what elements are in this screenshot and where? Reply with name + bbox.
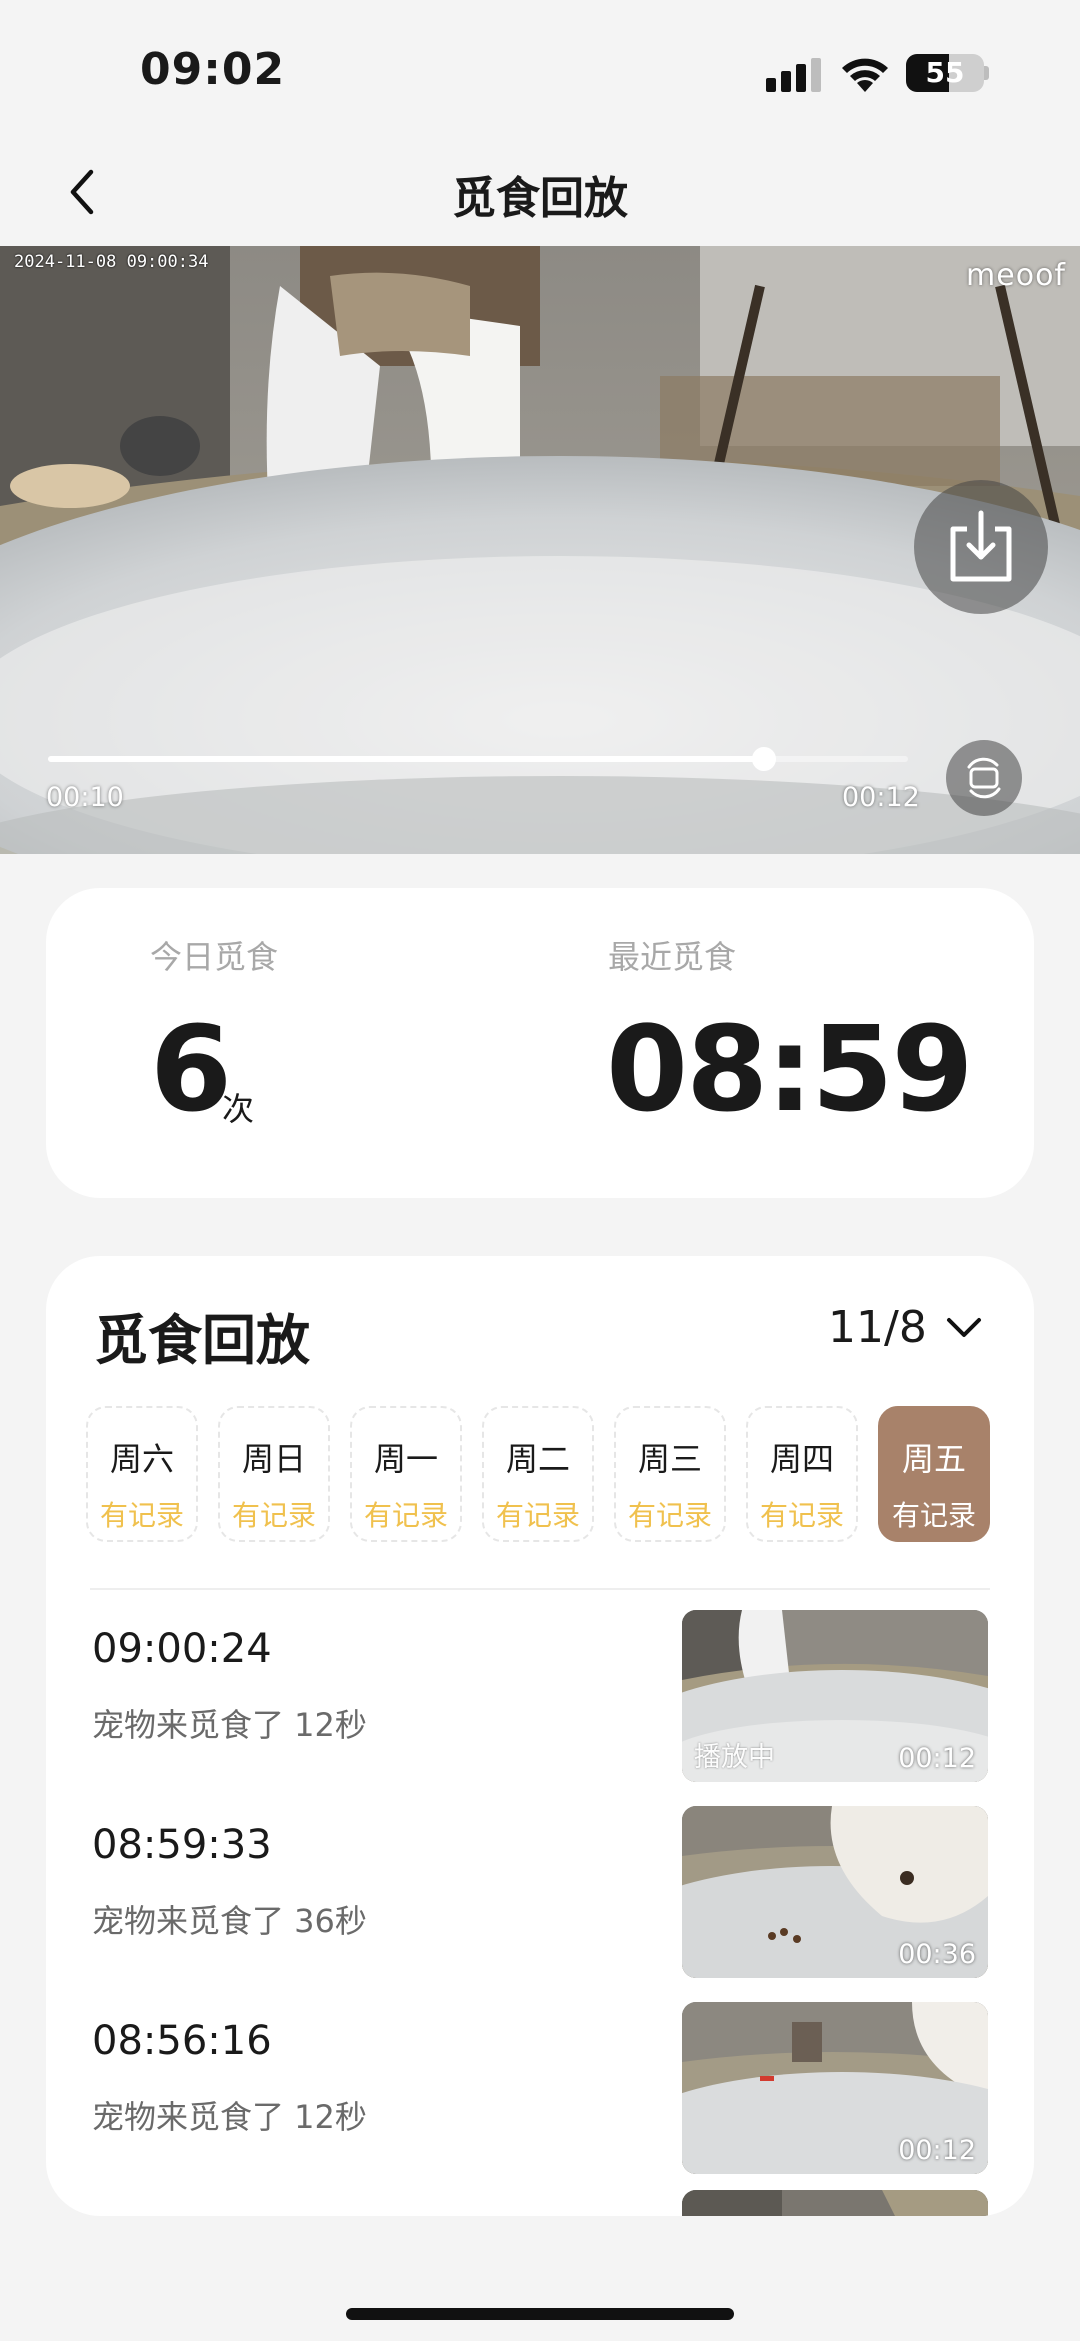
- record-thumbnail[interactable]: 00:12: [682, 2002, 988, 2174]
- home-indicator: [346, 2308, 734, 2320]
- day-name: 周日: [241, 1440, 306, 1478]
- chevron-down-icon: [946, 1317, 981, 1337]
- day-name: 周一: [373, 1440, 438, 1478]
- battery-cap: [984, 66, 989, 80]
- record-item[interactable]: 08:56:16 宠物来觅食了 12秒 00:12: [46, 1992, 1034, 2174]
- record-description: 宠物来觅食了 12秒: [92, 2098, 367, 2136]
- divider: [90, 1588, 990, 1590]
- download-button[interactable]: [914, 480, 1048, 614]
- today-feeding-label: 今日觅食: [150, 938, 279, 976]
- download-icon: [950, 510, 1012, 582]
- video-timestamp: 2024-11-08 09:00:34: [14, 252, 209, 272]
- record-thumbnail[interactable]: 00:36: [682, 1806, 988, 1978]
- playback-card: 觅食回放 11/8 周六 有记录 周日 有记录 周一 有记录 周二 有记录 周三…: [46, 1256, 1034, 2216]
- record-time: 08:56:16: [92, 2018, 272, 2064]
- stats-card: 今日觅食 最近觅食 6 次 08:59: [46, 888, 1034, 1198]
- progress-slider[interactable]: [48, 747, 908, 771]
- day-status: 有记录: [231, 1499, 316, 1532]
- day-tab-wednesday[interactable]: 周三 有记录: [614, 1406, 726, 1542]
- thumb-duration: 00:12: [898, 1743, 976, 1774]
- day-status: 有记录: [363, 1499, 448, 1532]
- record-time: 09:00:24: [92, 1626, 272, 1672]
- day-tab-monday[interactable]: 周一 有记录: [350, 1406, 462, 1542]
- current-time: 00:10: [46, 782, 124, 813]
- battery-text: 55: [925, 56, 965, 89]
- record-description: 宠物来觅食了 36秒: [92, 1902, 367, 1940]
- day-tab-thursday[interactable]: 周四 有记录: [746, 1406, 858, 1542]
- day-status: 有记录: [759, 1499, 844, 1532]
- progress-fill: [48, 756, 765, 762]
- day-tab-tuesday[interactable]: 周二 有记录: [482, 1406, 594, 1542]
- thumb-duration: 00:12: [898, 2135, 976, 2166]
- rotate-screen-button[interactable]: [946, 740, 1022, 816]
- day-tab-sunday[interactable]: 周日 有记录: [218, 1406, 330, 1542]
- day-name: 周二: [505, 1440, 570, 1478]
- battery-icon: 55: [906, 54, 984, 92]
- page-title: 觅食回放: [452, 173, 628, 224]
- date-value: 11/8: [828, 1302, 927, 1353]
- nav-bar: 觅食回放: [0, 140, 1080, 246]
- record-description: 宠物来觅食了 12秒: [92, 1706, 367, 1744]
- record-thumbnail[interactable]: 播放中 00:12: [682, 1610, 988, 1782]
- today-feeding-count: 6: [150, 1000, 233, 1138]
- video-player[interactable]: 2024-11-08 09:00:34 meoof 00:10 00:12: [0, 246, 1080, 854]
- day-name: 周三: [637, 1440, 702, 1478]
- total-time: 00:12: [842, 782, 920, 813]
- day-tab-saturday[interactable]: 周六 有记录: [86, 1406, 198, 1542]
- signal-icon: [766, 58, 821, 92]
- day-status: 有记录: [891, 1499, 976, 1532]
- record-item[interactable]: 09:00:24 宠物来觅食了 12秒 播放中 00:12: [46, 1600, 1034, 1782]
- day-tab-friday[interactable]: 周五 有记录: [878, 1406, 990, 1542]
- day-name: 周四: [769, 1440, 834, 1478]
- day-tabs: 周六 有记录 周日 有记录 周一 有记录 周二 有记录 周三 有记录 周四 有记…: [86, 1406, 1006, 1546]
- day-name: 周五: [901, 1440, 966, 1478]
- record-item[interactable]: 08:59:33 宠物来觅食了 36秒 00:36: [46, 1796, 1034, 1978]
- status-bar: 09:02 55: [0, 0, 1080, 140]
- rotate-screen-icon: [967, 757, 1001, 799]
- date-selector[interactable]: 11/8: [828, 1302, 983, 1353]
- thumb-duration: 00:36: [898, 1939, 976, 1970]
- recent-feeding-label: 最近觅食: [608, 938, 737, 976]
- status-time: 09:02: [140, 44, 286, 95]
- record-thumbnail-partial[interactable]: [682, 2190, 988, 2216]
- day-name: 周六: [109, 1440, 174, 1478]
- today-feeding-unit: 次: [222, 1090, 255, 1128]
- wifi-icon: [842, 58, 888, 92]
- record-time: 08:59:33: [92, 1822, 272, 1868]
- thumbnail-image: [682, 2190, 988, 2216]
- recent-feeding-time: 08:59: [606, 1000, 974, 1138]
- day-status: 有记录: [495, 1499, 580, 1532]
- day-status: 有记录: [99, 1499, 184, 1532]
- playing-badge: 播放中: [694, 1742, 775, 1773]
- day-status: 有记录: [627, 1499, 712, 1532]
- section-title: 觅食回放: [94, 1309, 310, 1372]
- video-watermark: meoof: [966, 258, 1066, 293]
